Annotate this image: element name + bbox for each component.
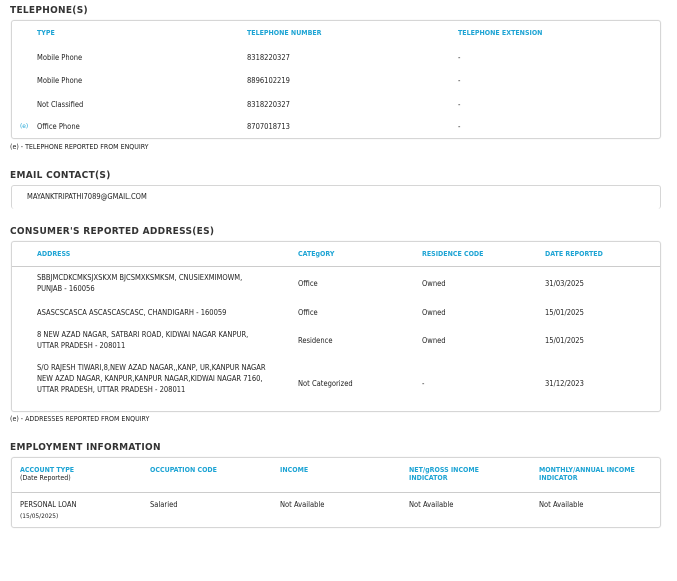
residence-code: Owned: [422, 336, 446, 345]
income: Not Available: [280, 500, 325, 509]
addresses-heading: CONSUMER'S REPORTED ADDRESS(ES): [10, 226, 215, 237]
col-account-type-label: ACCOUNT TYPE: [20, 466, 75, 474]
email-value: MAYANKTRIPATHI7089@GMAIL.COM: [27, 192, 147, 201]
phone-type: Mobile Phone: [37, 53, 83, 62]
account-date-reported: (15/05/2025): [20, 512, 59, 520]
col-telephone-extension: TELEPHONE EXTENSION: [458, 29, 543, 37]
address-category: Office: [298, 279, 318, 288]
col-address: ADDRESS: [37, 250, 71, 258]
address-text: SBBJMCDKCMKSJXSKXM BJCSMXKSMKSM, CNUSIEX…: [37, 273, 243, 293]
address-category: Not Categorized: [298, 379, 353, 388]
address-category: Office: [298, 308, 318, 317]
account-type: PERSONAL LOAN (15/05/2025): [20, 499, 77, 522]
date-reported: 31/03/2025: [545, 279, 584, 288]
date-reported: 15/01/2025: [545, 336, 584, 345]
col-occupation-code: OCCUPATION CODE: [150, 466, 217, 474]
residence-code: -: [422, 379, 425, 388]
account-type-value: PERSONAL LOAN: [20, 500, 77, 509]
residence-code: Owned: [422, 308, 446, 317]
phone-type: Mobile Phone: [37, 76, 83, 85]
col-date-reported: DATE REPORTED: [545, 250, 603, 258]
address-text: S/O RAJESH TIWARI,8,NEW AZAD NAGAR,,KANP…: [37, 363, 266, 394]
phone-extension: -: [458, 76, 461, 85]
col-account-type: ACCOUNT TYPE (Date Reported): [20, 466, 74, 482]
occupation-code: Salaried: [150, 500, 178, 509]
phone-extension: -: [458, 100, 461, 109]
col-category: CATEgORY: [298, 250, 335, 258]
col-residence-code: RESIDENCE CODE: [422, 250, 484, 258]
header-divider: [12, 492, 660, 493]
phone-type: Not Classified: [37, 100, 84, 109]
addresses-footnote: (e) - ADDRESSES REPORTED FROM ENQUIRY: [10, 415, 150, 423]
telephones-table: TYPE TELEPHONE NUMBER TELEPHONE EXTENSIO…: [11, 20, 661, 139]
phone-number: 8707018713: [247, 122, 290, 131]
col-net-gross-indicator: NET/gROSS INCOME INDICATOR: [409, 466, 479, 482]
employment-heading: EMPLOYMENT INFORMATION: [10, 442, 161, 453]
date-reported: 15/01/2025: [545, 308, 584, 317]
phone-extension: -: [458, 122, 461, 131]
col-account-type-sub: (Date Reported): [20, 474, 71, 482]
col-telephone-number: TELEPHONE NUMBER: [247, 29, 322, 37]
address-text: ASASCSCASCA ASCASCASCASC, CHANDIGARH - 1…: [37, 308, 227, 317]
email-heading: EMAIL CONTACT(S): [10, 170, 111, 181]
phone-number: 8318220327: [247, 100, 290, 109]
email-box: MAYANKTRIPATHI7089@GMAIL.COM: [11, 185, 661, 209]
col-income: INCOME: [280, 466, 309, 474]
header-divider: [12, 266, 660, 267]
residence-code: Owned: [422, 279, 446, 288]
telephones-footnote: (e) - TELEPHONE REPORTED FROM ENQUIRY: [10, 143, 149, 151]
net-gross-indicator: Not Available: [409, 500, 454, 509]
address-category: Residence: [298, 336, 333, 345]
phone-type: Office Phone: [37, 122, 80, 131]
phone-extension: -: [458, 53, 461, 62]
phone-number: 8318220327: [247, 53, 290, 62]
addresses-table: ADDRESS CATEgORY RESIDENCE CODE DATE REP…: [11, 241, 661, 412]
enquiry-flag: (e): [20, 122, 29, 130]
col-type: TYPE: [37, 29, 55, 37]
address-text: 8 NEW AZAD NAGAR, SATBARI ROAD, KIDWAI N…: [37, 330, 249, 350]
employment-table: ACCOUNT TYPE (Date Reported) OCCUPATION …: [11, 457, 661, 528]
telephones-heading: TELEPHONE(S): [10, 5, 88, 16]
date-reported: 31/12/2023: [545, 379, 584, 388]
monthly-annual-indicator: Not Available: [539, 500, 584, 509]
col-monthly-annual-indicator: MONTHLY/ANNUAL INCOME INDICATOR: [539, 466, 635, 482]
phone-number: 8896102219: [247, 76, 290, 85]
